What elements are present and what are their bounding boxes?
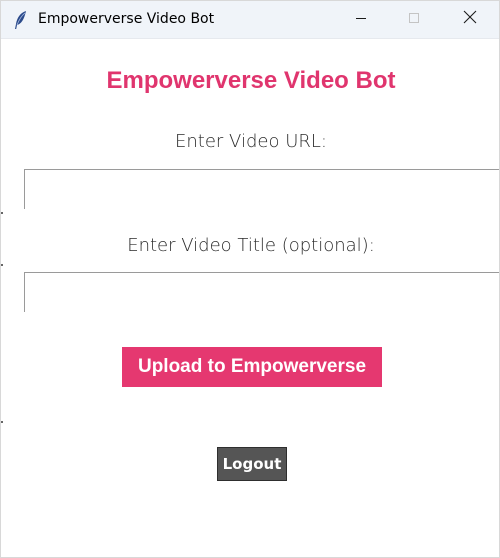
window-edge-mark [1,264,3,266]
minimize-icon [355,11,367,29]
minimize-button[interactable] [338,1,384,38]
feather-icon [14,10,28,30]
video-url-label: Enter Video URL: [175,131,327,152]
maximize-icon [408,11,420,29]
video-url-input[interactable] [24,169,499,209]
page-heading: Empowerverse Video Bot [106,67,396,94]
maximize-button [391,1,437,38]
close-button[interactable] [447,1,493,38]
app-window: Empowerverse Video Bot Empowerverse Vide… [0,0,500,558]
upload-button[interactable]: Upload to Empowerverse [122,347,382,387]
window-edge-mark [1,212,3,214]
close-icon [463,10,477,29]
video-title-input[interactable] [24,272,499,312]
logout-button[interactable]: Logout [217,447,287,481]
title-bar[interactable]: Empowerverse Video Bot [1,1,499,39]
video-title-label: Enter Video Title (optional): [127,235,375,256]
window-title: Empowerverse Video Bot [38,11,215,27]
window-edge-mark [1,421,3,423]
